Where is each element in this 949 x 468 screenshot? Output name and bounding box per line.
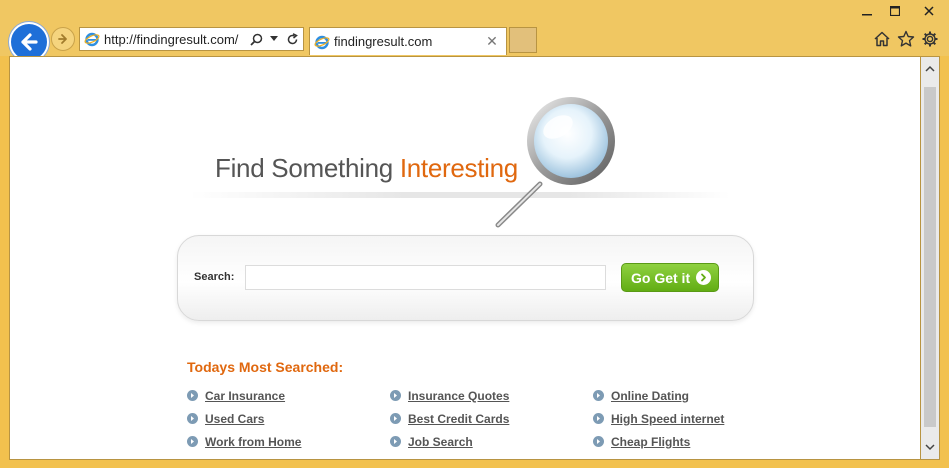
close-icon[interactable] [909,0,949,22]
refresh-icon[interactable] [285,31,299,47]
list-item[interactable]: High Speed internet [593,407,724,430]
ie-icon [314,35,330,49]
search-input[interactable] [245,265,606,290]
tab-title: findingresult.com [334,34,433,49]
search-icon[interactable] [249,31,263,47]
go-get-it-button[interactable]: Go Get it [621,263,719,292]
list-item[interactable]: Job Search [390,430,509,453]
search-link[interactable]: Used Cars [205,412,264,426]
ie-icon [84,32,100,47]
bullet-arrow-icon [390,390,401,401]
address-text[interactable]: http://findingresult.com/ [104,32,249,47]
list-item[interactable]: Insurance Quotes [390,384,509,407]
most-searched-column-2: Insurance Quotes Best Credit Cards Job S… [390,384,509,453]
bullet-arrow-icon [593,436,604,447]
address-bar[interactable]: http://findingresult.com/ [79,27,304,51]
search-link[interactable]: High Speed internet [611,412,724,426]
bullet-arrow-icon [187,436,198,447]
scroll-up-icon[interactable] [921,61,939,77]
favorites-star-icon[interactable] [897,30,915,48]
search-link[interactable]: Best Credit Cards [408,412,509,426]
close-tab-icon[interactable]: ✕ [484,33,500,50]
bullet-arrow-icon [593,413,604,424]
page-content: Find Something Interesting Search: Go Ge… [9,56,920,460]
list-item[interactable]: Best Credit Cards [390,407,509,430]
new-tab-button[interactable] [509,27,537,53]
list-item[interactable]: Used Cars [187,407,301,430]
list-item[interactable]: Car Insurance [187,384,301,407]
search-link[interactable]: Car Insurance [205,389,285,403]
bullet-arrow-icon [390,436,401,447]
search-link[interactable]: Insurance Quotes [408,389,509,403]
list-item[interactable]: Online Dating [593,384,724,407]
go-get-it-label: Go Get it [631,269,691,286]
minimize-icon[interactable] [853,0,881,22]
most-searched-column-1: Car Insurance Used Cars Work from Home [187,384,301,453]
list-item[interactable]: Work from Home [187,430,301,453]
bullet-arrow-icon [593,390,604,401]
list-item[interactable]: Cheap Flights [593,430,724,453]
headline-divider [190,192,730,198]
search-link[interactable]: Work from Home [205,435,301,449]
scroll-down-icon[interactable] [921,439,939,455]
bullet-arrow-icon [187,390,198,401]
magnifier-logo-icon [495,97,615,228]
toolbar-icons [873,30,939,48]
search-link[interactable]: Online Dating [611,389,689,403]
dropdown-icon[interactable] [267,31,281,47]
maximize-icon[interactable] [881,0,909,22]
most-searched-title: Todays Most Searched: [187,359,344,375]
headline-prefix: Find Something [215,153,400,183]
home-icon[interactable] [873,30,891,48]
search-link[interactable]: Cheap Flights [611,435,690,449]
search-panel: Search: Go Get it [177,235,754,321]
bullet-arrow-icon [390,413,401,424]
most-searched-column-3: Online Dating High Speed internet Cheap … [593,384,724,453]
vertical-scrollbar[interactable] [920,56,940,460]
settings-gear-icon[interactable] [921,30,939,48]
forward-icon[interactable] [51,27,75,51]
window-controls [853,0,949,24]
search-link[interactable]: Job Search [408,435,473,449]
arrow-right-icon [696,270,712,285]
tab-findingresult[interactable]: findingresult.com ✕ [309,27,507,55]
browser-chrome: http://findingresult.com/ findingresult.… [0,0,949,62]
bullet-arrow-icon [187,413,198,424]
search-label: Search: [194,271,235,283]
page-headline: Find Something Interesting [215,153,518,184]
scroll-thumb[interactable] [924,87,936,427]
